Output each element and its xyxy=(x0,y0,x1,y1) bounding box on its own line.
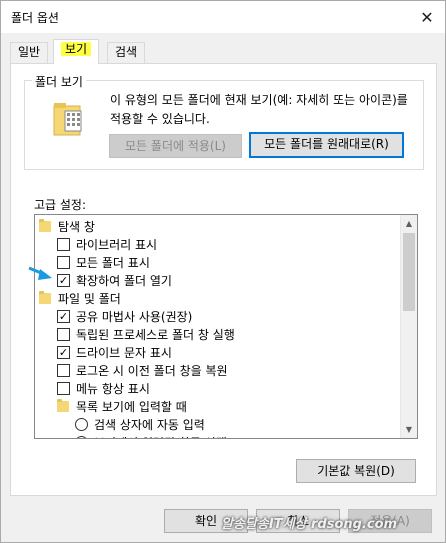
tree-item-label: 보기에서 입력된 항목 선택 xyxy=(94,434,227,439)
tree-item-label: 공유 마법사 사용(권장) xyxy=(76,309,193,324)
tree-option[interactable]: ✓ 드라이브 문자 표시 xyxy=(57,343,172,361)
folder-options-dialog: 폴더 옵션 ✕ 일반 보기 검색 폴더 보기 이 유형의 모든 폴더에 현재 보… xyxy=(0,0,446,543)
blue-pointer-arrow-icon xyxy=(28,266,52,280)
checkbox[interactable] xyxy=(57,237,70,251)
tree-option[interactable]: 모든 폴더 표시 xyxy=(57,253,150,271)
tree-option[interactable]: 로그온 시 이전 폴더 창을 복원 xyxy=(57,361,228,379)
tree-option[interactable]: ✓ 확장하여 폴더 열기 xyxy=(57,271,172,289)
tree-option[interactable]: 메뉴 항상 표시 xyxy=(57,379,150,397)
tree-item-label: 확장하여 폴더 열기 xyxy=(76,273,172,288)
title-bar: 폴더 옵션 ✕ xyxy=(1,1,445,33)
reset-all-folders-button[interactable]: 모든 폴더를 원래대로(R) xyxy=(249,132,404,158)
close-icon: ✕ xyxy=(420,7,434,27)
tree-item-label: 독립된 프로세스로 폴더 창 실행 xyxy=(76,327,235,342)
tree-item-label: 목록 보기에 입력할 때 xyxy=(76,399,187,414)
checkbox[interactable]: ✓ xyxy=(57,309,70,323)
checkbox[interactable] xyxy=(57,363,70,377)
folder-view-group-title: 폴더 보기 xyxy=(32,73,86,90)
tree-option[interactable]: ✓ 공유 마법사 사용(권장) xyxy=(57,307,192,325)
folder-view-icon xyxy=(53,103,82,136)
tree-item-label: 로그온 시 이전 폴더 창을 복원 xyxy=(76,363,228,378)
watermark-text: 알송달송IT세상 rdsong.com xyxy=(221,517,398,532)
checkbox[interactable]: ✓ xyxy=(57,345,70,359)
close-button[interactable]: ✕ xyxy=(413,4,441,30)
scroll-thumb[interactable] xyxy=(403,233,415,311)
tab-general[interactable]: 일반 xyxy=(10,42,49,63)
tree-group: 탐색 창 xyxy=(39,217,95,235)
advanced-settings-label: 고급 설정: xyxy=(34,198,87,212)
tab-search-label: 검색 xyxy=(115,45,138,59)
tree-group: 목록 보기에 입력할 때 xyxy=(57,397,187,415)
scroll-down-button[interactable]: ▼ xyxy=(401,421,417,438)
radio-button[interactable] xyxy=(75,435,88,438)
apply-to-all-folders-button[interactable]: 모든 폴더에 적용(L) xyxy=(109,134,242,158)
folder-icon xyxy=(57,398,69,412)
chevron-down-icon: ▼ xyxy=(405,425,413,434)
advanced-settings-tree[interactable]: 보기에서 입력된 항목 선택 검색 상자에 자동 입력 목록 보기에 입력할 때 메뉴… xyxy=(34,214,418,439)
checkbox[interactable] xyxy=(57,255,70,269)
checkbox[interactable] xyxy=(57,327,70,341)
tab-search[interactable]: 검색 xyxy=(107,42,146,63)
tree-option[interactable]: 라이브러리 표시 xyxy=(57,235,157,253)
tree-item-label: 라이브러리 표시 xyxy=(76,237,158,252)
tree-option[interactable]: 보기에서 입력된 항목 선택 xyxy=(75,433,227,439)
checkbox[interactable] xyxy=(57,381,70,395)
tree-group: 파일 및 폴더 xyxy=(39,289,121,307)
tree-item-label: 검색 상자에 자동 입력 xyxy=(94,417,205,432)
window-title: 폴더 옵션 xyxy=(11,11,59,25)
restore-defaults-button[interactable]: 기본값 복원(D) xyxy=(296,459,416,483)
tree-item-label: 메뉴 항상 표시 xyxy=(76,381,150,396)
scroll-up-button[interactable]: ▲ xyxy=(401,215,417,232)
tree-option[interactable]: 검색 상자에 자동 입력 xyxy=(75,415,205,433)
tree-option[interactable]: 독립된 프로세스로 폴더 창 실행 xyxy=(57,325,235,343)
tab-view-label: 보기 xyxy=(61,42,92,56)
tab-general-label: 일반 xyxy=(18,45,41,59)
tree-item-label: 파일 및 폴더 xyxy=(58,291,121,306)
folder-icon xyxy=(39,290,51,304)
radio-button[interactable] xyxy=(75,417,88,431)
tree-item-label: 탐색 창 xyxy=(58,219,95,234)
tree-item-label: 드라이브 문자 표시 xyxy=(76,345,172,360)
checkbox[interactable]: ✓ xyxy=(57,273,70,287)
tab-view[interactable]: 보기 xyxy=(53,39,100,64)
chevron-up-icon: ▲ xyxy=(405,219,413,228)
tree-scrollbar[interactable]: ▲ ▼ xyxy=(400,215,417,438)
folder-icon xyxy=(39,218,51,232)
folder-view-description: 이 유형의 모든 폴더에 현재 보기(예: 자세히 또는 아이콘)를 적용할 수… xyxy=(110,93,408,126)
tree-item-label: 모든 폴더 표시 xyxy=(76,255,150,270)
